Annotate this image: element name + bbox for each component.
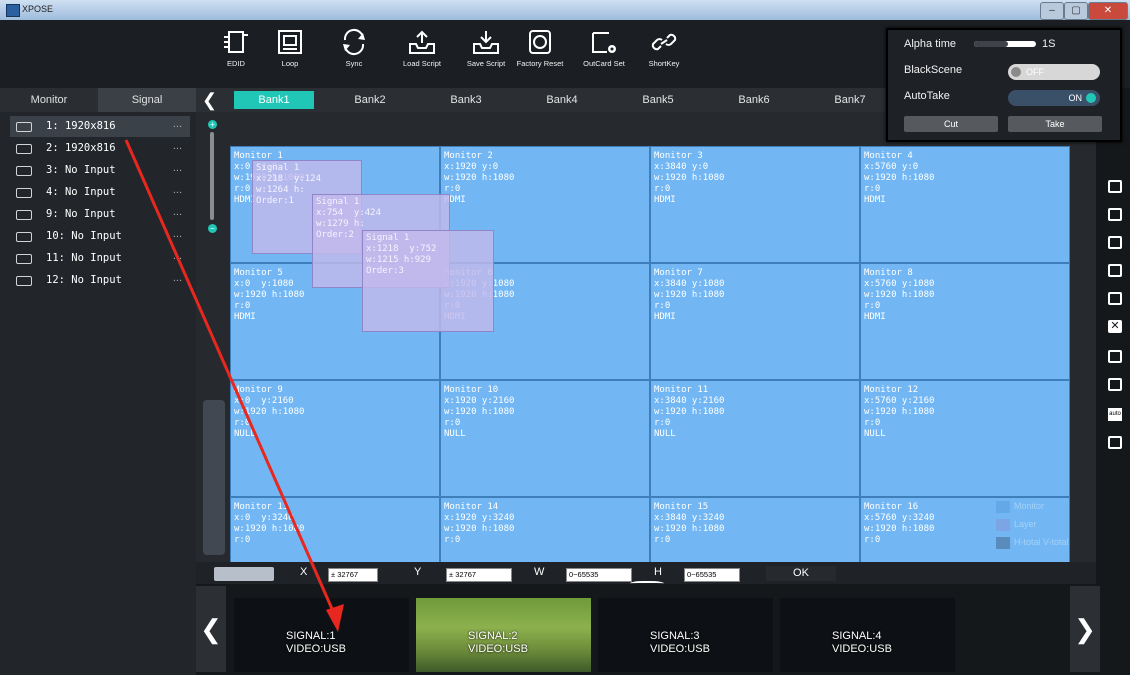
annotation-arrow <box>124 139 344 632</box>
